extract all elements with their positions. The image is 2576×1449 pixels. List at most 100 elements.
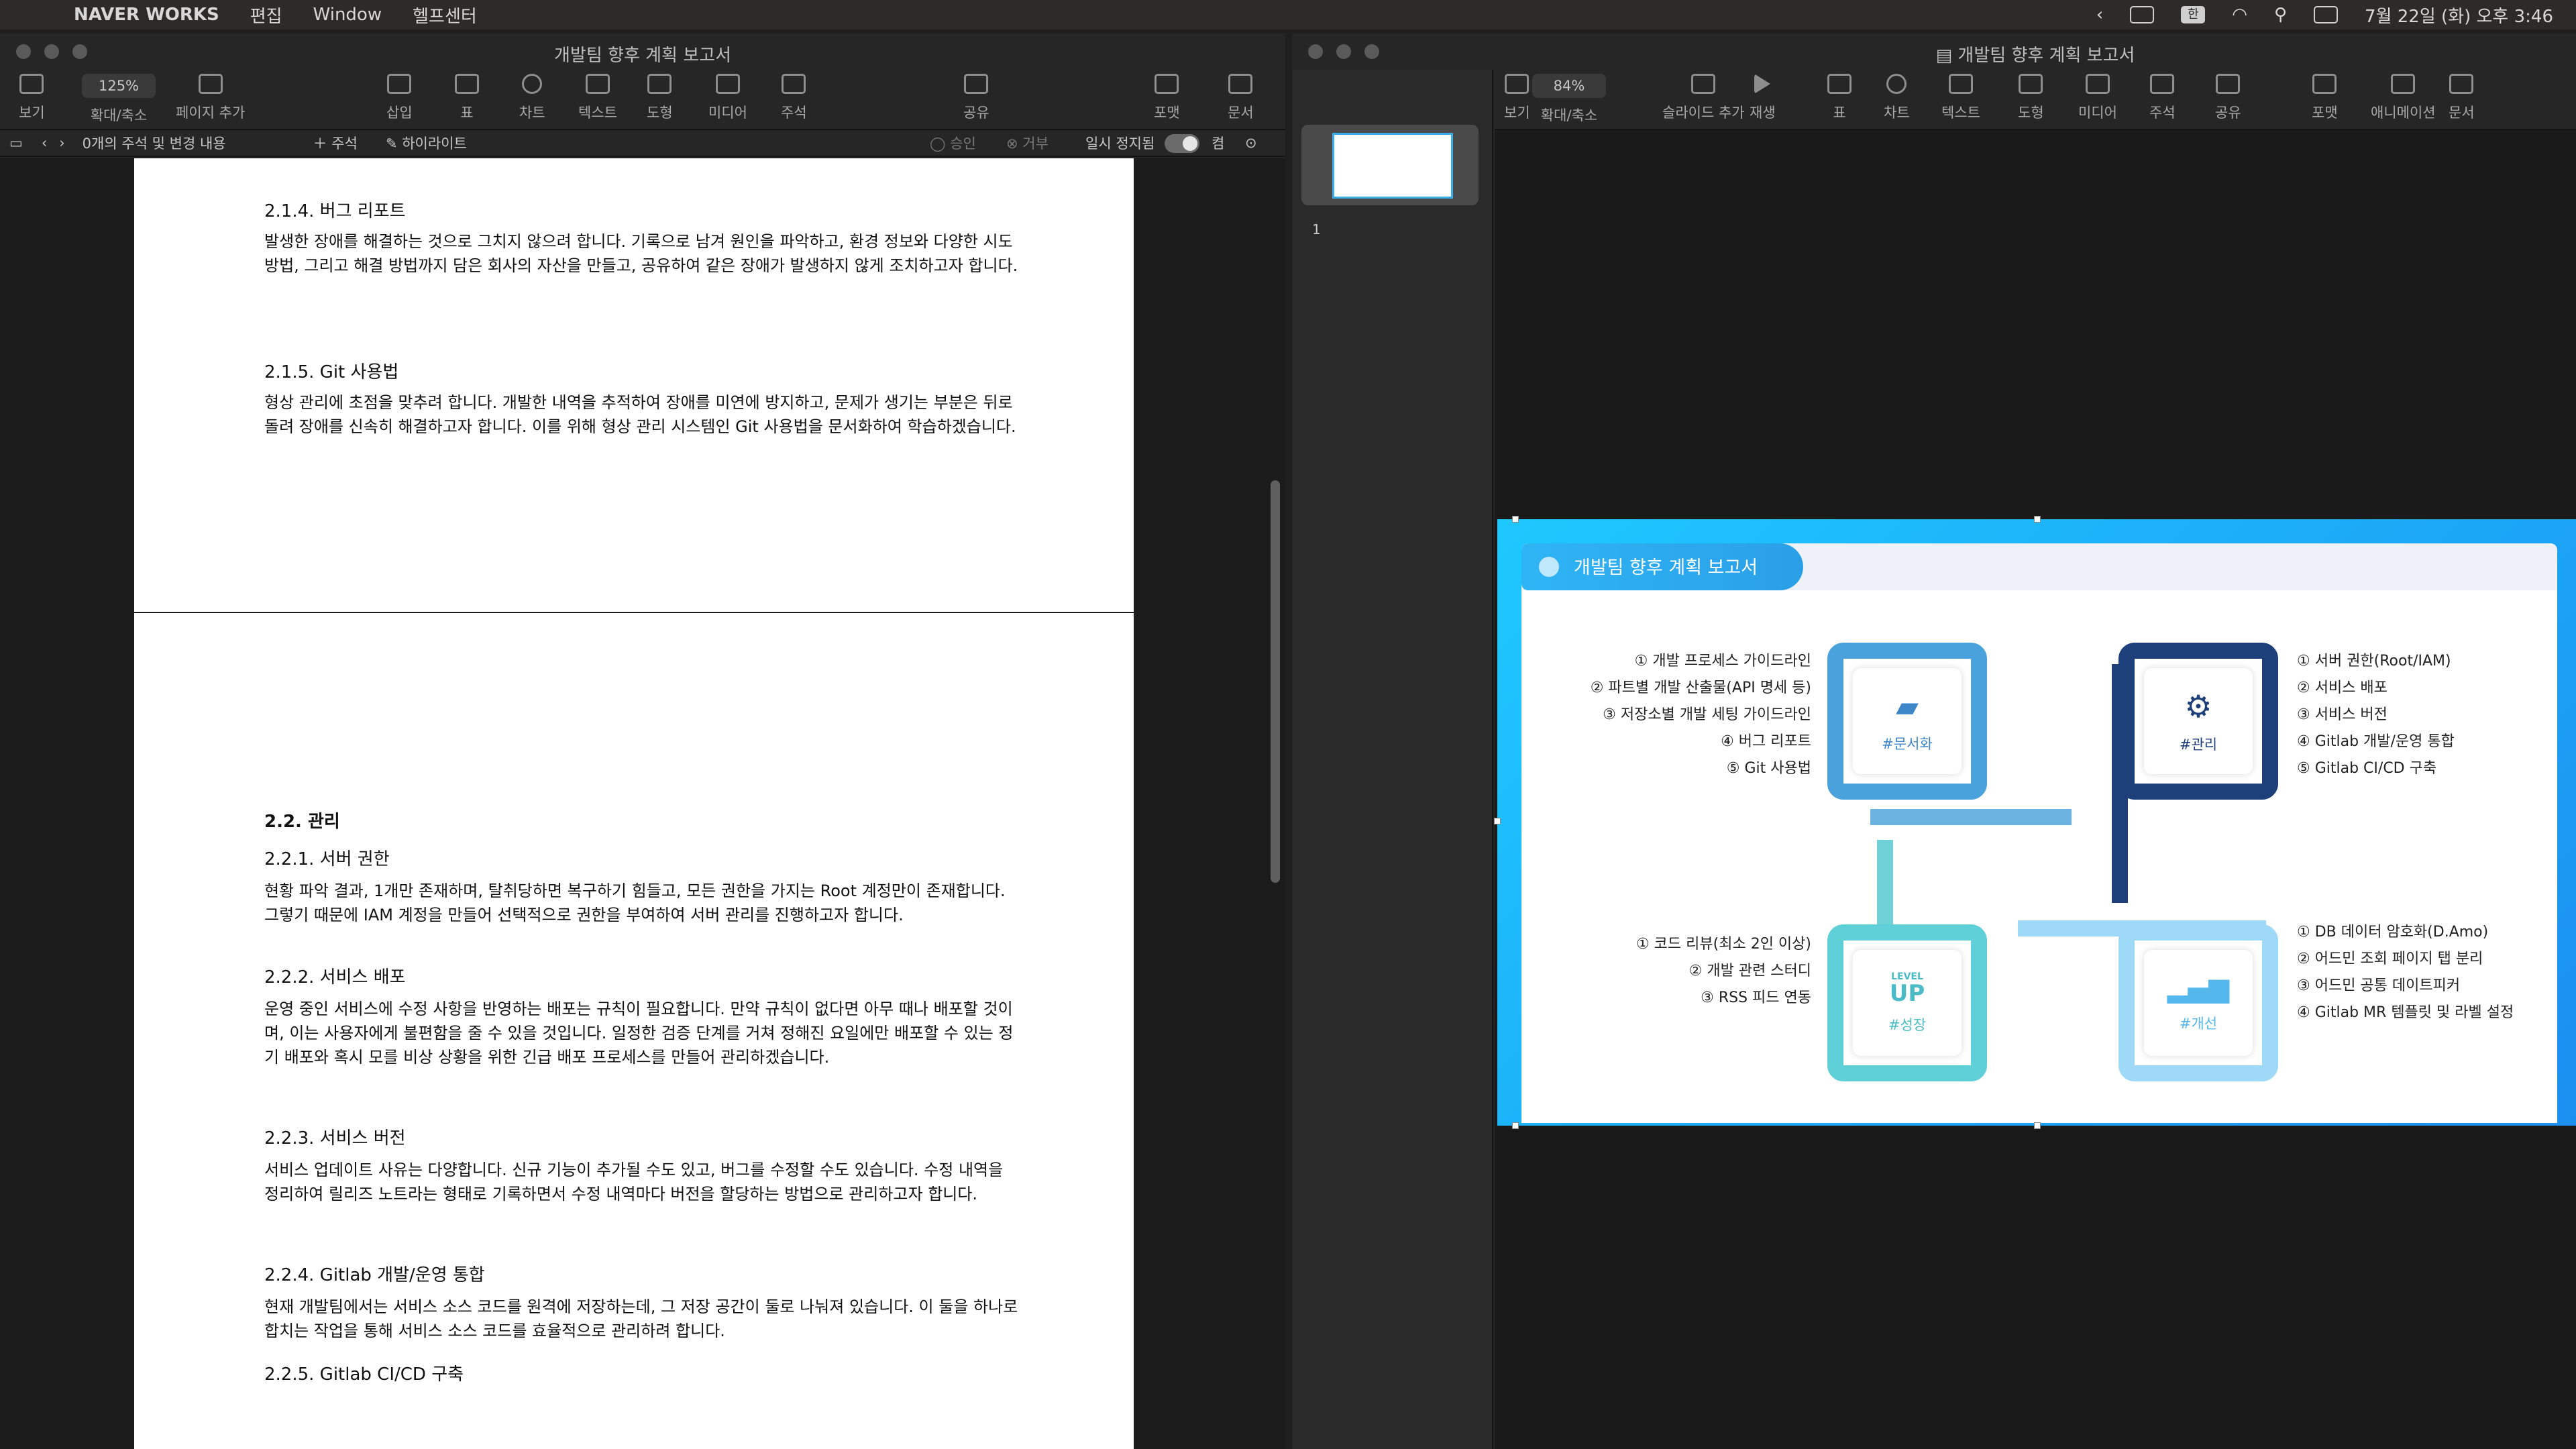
page-2[interactable]: 2.2. 관리 2.2.1. 서버 권한 현황 파악 결과, 1개만 존재하며,… — [134, 613, 1134, 1449]
zoom-select[interactable]: 84% — [1532, 74, 1606, 98]
docs-item-2[interactable]: ② 파트별 개발 산출물(API 명세 등) — [1521, 675, 1811, 702]
chevron-left-icon[interactable]: ‹ — [42, 135, 47, 151]
input-source-icon[interactable]: 한 — [2181, 6, 2206, 23]
manage-item-2[interactable]: ② 서비스 배포 — [2297, 675, 2455, 702]
wifi-icon[interactable]: ◠ — [2232, 5, 2247, 25]
slide-1[interactable]: 개발팀 향후 계획 보고서 ① 개발 프로세스 가이드라인 ② 파트별 개발 산… — [1494, 516, 2576, 1129]
improve-item-2[interactable]: ② 어드민 조회 페이지 탭 분리 — [2297, 946, 2514, 973]
selection-handle[interactable] — [1512, 516, 1519, 523]
sidebar-toggle-icon[interactable]: ▭ — [9, 135, 23, 151]
tracking-toggle[interactable] — [1165, 134, 1199, 153]
zoom-select[interactable]: 125% — [82, 74, 156, 98]
growth-item-3[interactable]: ③ RSS 피드 연동 — [1521, 985, 1811, 1012]
comment-button[interactable]: 주석 — [781, 70, 807, 122]
paragraph-service-version[interactable]: 서비스 업데이트 사유는 다양합니다. 신규 기능이 추가될 수도 있고, 버그… — [264, 1158, 1022, 1206]
document-button[interactable]: 문서 — [1228, 70, 1254, 122]
menu-window[interactable]: Window — [313, 5, 382, 25]
selection-handle[interactable] — [2034, 1122, 2041, 1129]
docs-item-5[interactable]: ⑤ Git 사용법 — [1521, 755, 1811, 782]
media-button[interactable]: 미디어 — [708, 70, 747, 122]
page-1[interactable]: 2.1.4. 버그 리포트 발생한 장애를 해결하는 것으로 그치지 않으려 합… — [134, 158, 1134, 612]
media-button[interactable]: 미디어 — [2078, 70, 2117, 122]
search-icon[interactable]: ⚲ — [2274, 5, 2287, 25]
insert-button[interactable]: 삽입 — [386, 70, 413, 122]
highlight-button[interactable]: ✎ 하이라이트 — [386, 133, 467, 153]
manage-item-1[interactable]: ① 서버 권한(Root/IAM) — [2297, 648, 2455, 675]
docs-item-3[interactable]: ③ 저장소별 개발 세팅 가이드라인 — [1521, 702, 1811, 729]
table-button[interactable]: 표 — [455, 70, 479, 122]
view-button[interactable]: 보기 — [19, 70, 45, 122]
document-canvas[interactable]: 2.1.4. 버그 리포트 발생한 장애를 해결하는 것으로 그치지 않으려 합… — [0, 158, 1285, 1449]
view-button[interactable]: 보기 — [1504, 70, 1530, 122]
chevron-right-icon[interactable]: › — [59, 135, 64, 151]
text-button[interactable]: 텍스트 — [578, 70, 617, 122]
menu-edit[interactable]: 편집 — [250, 3, 282, 28]
selection-handle[interactable] — [1494, 818, 1501, 824]
chevron-left-icon[interactable]: ‹ — [2096, 5, 2103, 25]
add-page-button[interactable]: 페이지 추가 — [176, 70, 245, 122]
chart-button[interactable]: 차트 — [519, 70, 545, 122]
docs-card[interactable]: ▰ #문서화 — [1853, 668, 1962, 774]
slide-title[interactable]: 개발팀 향후 계획 보고서 — [1574, 553, 1758, 579]
comment-button[interactable]: 주석 — [2149, 70, 2176, 122]
improve-item-3[interactable]: ③ 어드민 공통 데이트피커 — [2297, 973, 2514, 1000]
improve-item-1[interactable]: ① DB 데이터 암호화(D.Amo) — [2297, 919, 2514, 946]
manage-item-5[interactable]: ⑤ Gitlab CI/CD 구축 — [2297, 755, 2455, 782]
document-icon — [1228, 74, 1253, 94]
slide-thumbnail-1[interactable] — [1332, 133, 1453, 199]
minimize-window-button[interactable] — [1336, 44, 1351, 59]
paragraph-service-deploy[interactable]: 운영 중인 서비스에 수정 사항을 반영하는 배포는 규칙이 필요합니다. 만약… — [264, 997, 1022, 1069]
presentation-toolbar: 보기 84% 확대/축소 슬라이드 추가 재생 표 차트 텍스트 도형 미디어 주… — [1495, 70, 2576, 130]
paragraph-server-permission[interactable]: 현황 파악 결과, 1개만 존재하며, 탈취당하면 복구하기 힘들고, 모든 권… — [264, 879, 1022, 927]
document-button[interactable]: 문서 — [2449, 70, 2475, 122]
manage-card[interactable]: ⚙ #관리 — [2144, 668, 2253, 774]
zoom-window-button[interactable] — [1364, 44, 1379, 59]
improve-item-4[interactable]: ④ Gitlab MR 템플릿 및 라벨 설정 — [2297, 1000, 2514, 1026]
add-slide-button[interactable]: 슬라이드 추가 — [1662, 70, 1745, 122]
shape-button[interactable]: 도형 — [647, 70, 673, 122]
improve-frame: ▂▄▆ #개선 — [2118, 924, 2278, 1081]
keyboard-icon[interactable] — [2130, 6, 2155, 23]
share-button[interactable]: 공유 — [963, 70, 989, 122]
manage-item-3[interactable]: ③ 서비스 버전 — [2297, 702, 2455, 729]
format-button[interactable]: 포맷 — [1154, 70, 1180, 122]
paragraph-git-usage[interactable]: 형상 관리에 초점을 맞추려 합니다. 개발한 내역을 추적하여 장애를 미연에… — [264, 390, 1022, 439]
play-button[interactable]: 재생 — [1750, 70, 1776, 122]
growth-card[interactable]: LEVEL UP #성장 — [1853, 950, 1962, 1056]
slide-navigator: 1 — [1292, 70, 1493, 1449]
improve-card[interactable]: ▂▄▆ #개선 — [2144, 950, 2253, 1056]
reject-button[interactable]: ⊗ 거부 — [1006, 133, 1049, 153]
selection-handle[interactable] — [1512, 1122, 1519, 1129]
slide-canvas[interactable]: 개발팀 향후 계획 보고서 ① 개발 프로세스 가이드라인 ② 파트별 개발 산… — [1494, 130, 2576, 1449]
clock-datetime[interactable]: 7월 22일 (화) 오후 3:46 — [2365, 3, 2553, 28]
selection-handle[interactable] — [2034, 516, 2041, 523]
control-center-icon[interactable] — [2314, 6, 2339, 23]
paragraph-gitlab-integration[interactable]: 현재 개발팀에서는 서비스 소스 코드를 원격에 저장하는데, 그 저장 공간이… — [264, 1295, 1022, 1343]
format-button[interactable]: 포맷 — [2312, 70, 2338, 122]
title-bar: ▤ 개발팀 향후 계획 보고서 — [1292, 34, 2576, 70]
shape-button[interactable]: 도형 — [2018, 70, 2044, 122]
folder-icon: ▰ — [1896, 689, 1919, 724]
text-button[interactable]: 텍스트 — [1941, 70, 1980, 122]
docs-list: ① 개발 프로세스 가이드라인 ② 파트별 개발 산출물(API 명세 등) ③… — [1521, 648, 1811, 782]
docs-item-4[interactable]: ④ 버그 리포트 — [1521, 729, 1811, 755]
animate-button[interactable]: 애니메이션 — [2371, 70, 2436, 122]
docs-item-1[interactable]: ① 개발 프로세스 가이드라인 — [1521, 648, 1811, 675]
growth-item-2[interactable]: ② 개발 관련 스터디 — [1521, 958, 1811, 985]
approve-button[interactable]: ◯ 승인 — [930, 133, 976, 153]
table-button[interactable]: 표 — [1827, 70, 1851, 122]
zoom-control[interactable]: 84% 확대/축소 — [1532, 70, 1606, 125]
vertical-scrollbar[interactable] — [1271, 480, 1280, 883]
share-button[interactable]: 공유 — [2215, 70, 2241, 122]
app-menu[interactable]: NAVER WORKS — [74, 5, 219, 25]
menu-help-center[interactable]: 헬프센터 — [413, 3, 477, 28]
add-comment-button[interactable]: ＋ 주석 — [313, 133, 358, 153]
options-icon[interactable]: ⊙ — [1245, 135, 1257, 151]
zoom-control[interactable]: 125% 확대/축소 — [82, 70, 156, 125]
paragraph-bug-report[interactable]: 발생한 장애를 해결하는 것으로 그치지 않으려 합니다. 기록으로 남겨 원인… — [264, 229, 1022, 278]
close-window-button[interactable] — [1308, 44, 1323, 59]
growth-item-1[interactable]: ① 코드 리뷰(최소 2인 이상) — [1521, 931, 1811, 958]
manage-item-4[interactable]: ④ Gitlab 개발/운영 통합 — [2297, 729, 2455, 755]
apple-icon[interactable] — [27, 4, 47, 25]
chart-button[interactable]: 차트 — [1884, 70, 1910, 122]
